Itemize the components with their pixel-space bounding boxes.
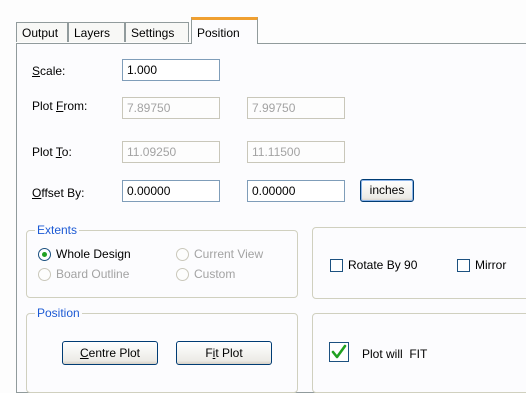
extents-group: Extents: [26, 223, 298, 298]
tab-settings[interactable]: Settings: [125, 22, 189, 42]
fit-plot-button[interactable]: Fit Plot: [176, 341, 272, 365]
offset-y-input[interactable]: [247, 180, 345, 202]
scale-label: Scale:: [32, 64, 66, 78]
whole-design-radio[interactable]: [38, 248, 51, 261]
tab-output[interactable]: Output: [16, 22, 68, 42]
extents-group-title: Extents: [35, 223, 80, 237]
units-button[interactable]: inches: [360, 179, 414, 202]
mirror-checkbox[interactable]: [457, 259, 470, 272]
board-outline-radio: [38, 268, 51, 281]
radio-selected-dot: [42, 252, 47, 257]
offset-x-input[interactable]: [122, 180, 220, 202]
mirror-label: Mirror: [475, 258, 507, 272]
current-view-radio: [176, 248, 189, 261]
custom-label: Custom: [194, 267, 236, 281]
current-view-label: Current View: [194, 247, 264, 261]
offset-by-label: Offset By:: [32, 186, 85, 200]
whole-design-label: Whole Design: [56, 247, 131, 261]
plot-fit-indicator: [329, 342, 349, 362]
green-check-icon: [331, 344, 347, 359]
rotate-by-90-label: Rotate By 90: [348, 258, 418, 272]
plot-to-y-input: [247, 141, 345, 163]
tab-layers[interactable]: Layers: [68, 22, 125, 42]
tab-position[interactable]: Position: [191, 17, 258, 44]
plot-from-y-input: [247, 97, 345, 119]
plot-from-x-input: [122, 97, 220, 119]
rotate-by-90-checkbox[interactable]: [330, 259, 343, 272]
plot-to-x-input: [122, 141, 220, 163]
plot-from-label: Plot From:: [32, 99, 88, 113]
board-outline-label: Board Outline: [56, 267, 130, 281]
scale-input[interactable]: [122, 59, 220, 81]
plot-to-label: Plot To:: [32, 145, 72, 159]
position-group-title: Position: [35, 306, 82, 320]
centre-plot-button[interactable]: Centre Plot: [62, 341, 158, 365]
custom-radio: [176, 268, 189, 281]
plot-fit-status-text: Plot will FIT: [362, 347, 428, 361]
